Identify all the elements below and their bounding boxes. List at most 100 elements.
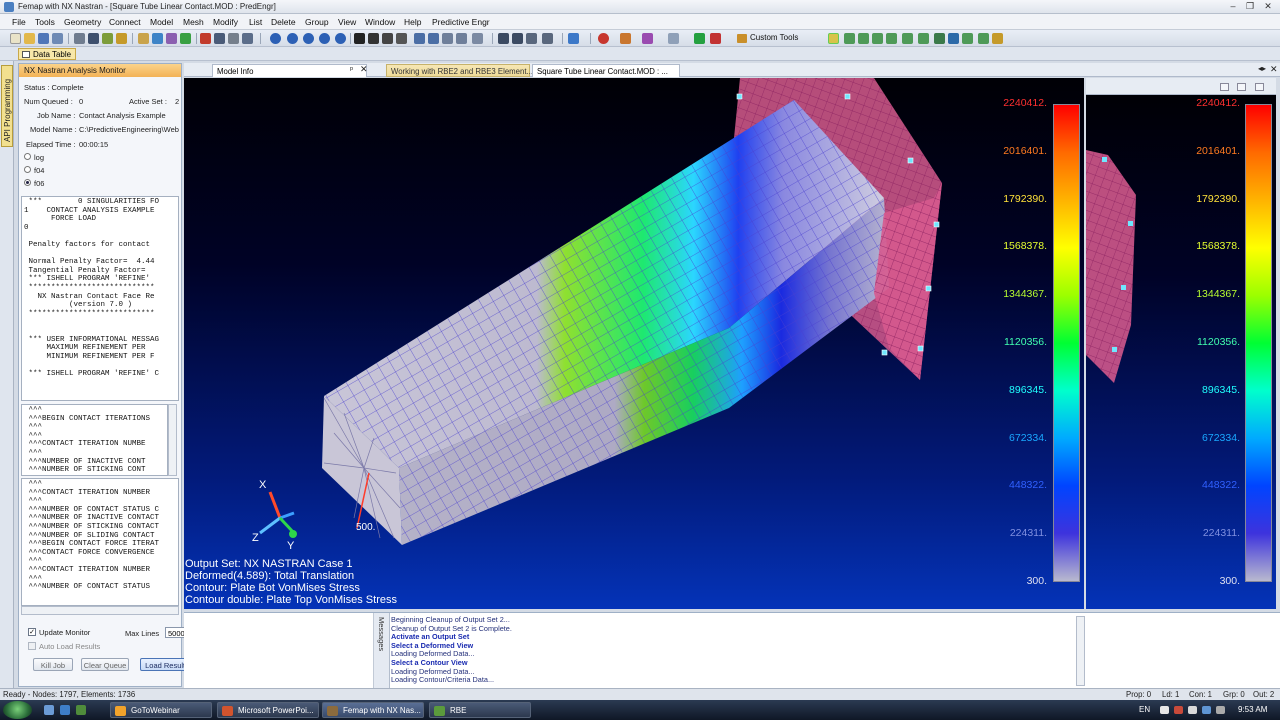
log-vertical-scrollbar[interactable] [168, 404, 177, 476]
tool-icon-a[interactable] [200, 33, 211, 44]
filter-icon[interactable] [382, 33, 393, 44]
tool-icon-d[interactable] [242, 33, 253, 44]
f06-output-log[interactable]: *** 0 SINGULARITIES FO 1 CONTACT ANALYSI… [21, 196, 179, 401]
post-toolbar-icon-8[interactable] [934, 33, 945, 44]
open-icon[interactable] [24, 33, 35, 44]
menu-window[interactable]: Window [365, 17, 395, 27]
results-icon[interactable] [166, 33, 177, 44]
view-restore-icon[interactable] [1237, 83, 1246, 91]
list-icon[interactable] [498, 33, 509, 44]
tool-icon-b[interactable] [214, 33, 225, 44]
messages-title-tab[interactable]: Messages [374, 613, 390, 689]
quicklaunch-icon[interactable] [76, 705, 86, 715]
task-gotowebinar[interactable]: GoToWebinar [110, 702, 212, 718]
autoscale-icon[interactable] [456, 33, 467, 44]
tray-icon-1[interactable] [1160, 706, 1169, 714]
snap-icon[interactable] [354, 33, 365, 44]
layers-icon[interactable] [88, 33, 99, 44]
entity-icon[interactable] [102, 33, 113, 44]
check-icon[interactable] [694, 33, 705, 44]
analysis-icon[interactable] [152, 33, 163, 44]
tab-square-tube[interactable]: Square Tube Linear Contact.MOD : ... [532, 64, 680, 77]
menu-view[interactable]: View [338, 17, 356, 27]
menu-file[interactable]: File [12, 17, 26, 27]
cancel-icon[interactable] [710, 33, 721, 44]
menu-model[interactable]: Model [150, 17, 173, 27]
menu-delete[interactable]: Delete [271, 17, 296, 27]
clear-queue-button[interactable]: Clear Queue [81, 658, 129, 671]
post-toolbar-icon-12[interactable] [992, 33, 1003, 44]
table-icon[interactable] [512, 33, 523, 44]
data-table-tab[interactable]: Data Table [18, 48, 77, 60]
network-icon[interactable] [1202, 706, 1211, 714]
task-rbe[interactable]: RBE [429, 702, 531, 718]
post-toolbar-icon-2[interactable] [844, 33, 855, 44]
post-toolbar-icon-4[interactable] [872, 33, 883, 44]
pan-up-icon[interactable] [319, 33, 330, 44]
zoom-out-icon[interactable] [428, 33, 439, 44]
post-toolbar-icon-9[interactable] [948, 33, 959, 44]
contour-icon[interactable] [598, 33, 609, 44]
model-icon[interactable] [116, 33, 127, 44]
update-monitor-checkbox[interactable]: ✓ [28, 628, 36, 636]
new-icon[interactable] [10, 33, 21, 44]
custom-tools-button[interactable]: Custom Tools [734, 32, 804, 45]
select-icon[interactable] [368, 33, 379, 44]
zoom-icon[interactable] [396, 33, 407, 44]
restore-icon[interactable]: ❐ [1243, 1, 1257, 12]
view-select-icon[interactable] [668, 33, 679, 44]
tray-icon-3[interactable] [1188, 706, 1197, 714]
second-viewport[interactable]: 2240412. 2016401. 1792390. 1568378. 1344367.… [1086, 95, 1276, 609]
grid-icon[interactable] [526, 33, 537, 44]
post-toolbar-icon-11[interactable] [978, 33, 989, 44]
menu-geometry[interactable]: Geometry [64, 17, 101, 27]
tab-model-info[interactable]: Model Info [212, 64, 367, 77]
show-desktop-icon[interactable] [44, 705, 54, 715]
close-icon[interactable]: ✕ [1261, 1, 1275, 12]
clock[interactable]: 9:53 AM [1238, 705, 1267, 714]
view-options-icon[interactable] [472, 33, 483, 44]
tab-working-with-rbe[interactable]: Working with RBE2 and RBE3 Element... [386, 64, 533, 77]
folder-icon[interactable] [138, 33, 149, 44]
model-viewport[interactable]: X Y Z 500. Output Set: NX NASTRAN Case 1… [184, 78, 1084, 609]
post-toolbar-icon-5[interactable] [886, 33, 897, 44]
menu-tools[interactable]: Tools [35, 17, 55, 27]
menu-help[interactable]: Help [404, 17, 421, 27]
post-toolbar-icon-1[interactable] [828, 33, 839, 44]
ie-icon[interactable] [60, 705, 70, 715]
pan-left-icon[interactable] [287, 33, 298, 44]
kill-job-button[interactable]: Kill Job [33, 658, 73, 671]
close-doc-icon[interactable]: ✕ [1270, 64, 1278, 75]
minimize-icon[interactable]: – [1226, 1, 1240, 11]
start-button[interactable] [3, 701, 32, 719]
menu-connect[interactable]: Connect [109, 17, 141, 27]
close-tab-icon[interactable]: ✕ [360, 64, 368, 75]
language-indicator[interactable]: EN [1139, 705, 1150, 714]
post-toolbar-icon-3[interactable] [858, 33, 869, 44]
pan-down-icon[interactable] [335, 33, 346, 44]
layout-icon[interactable] [542, 33, 553, 44]
menu-list[interactable]: List [249, 17, 262, 27]
contact-iteration-log[interactable]: ^^^ ^^^BEGIN CONTACT ITERATIONS ^^^ ^^^ … [21, 404, 168, 476]
contact-iteration-log-2[interactable]: ^^^ ^^^CONTACT ITERATION NUMBER ^^^ ^^^N… [21, 478, 179, 606]
radio-log[interactable] [24, 153, 31, 160]
menu-mesh[interactable]: Mesh [183, 17, 204, 27]
messages-scrollbar[interactable] [1076, 616, 1085, 686]
pin-icon[interactable]: ᵖ [350, 65, 353, 74]
api-programming-tab[interactable]: API Programming [1, 65, 13, 147]
save-icon[interactable] [38, 33, 49, 44]
view-close-icon[interactable] [1255, 83, 1264, 91]
zoom-in-icon[interactable] [414, 33, 425, 44]
messages-list[interactable]: Beginning Cleanup of Output Set 2... Clea… [391, 616, 1071, 688]
auto-load-results-checkbox[interactable] [28, 642, 36, 650]
pan-right-icon[interactable] [303, 33, 314, 44]
post-toolbar-icon-10[interactable] [962, 33, 973, 44]
tool-icon-c[interactable] [228, 33, 239, 44]
menu-group[interactable]: Group [305, 17, 329, 27]
rotate-icon[interactable] [270, 33, 281, 44]
menu-modify[interactable]: Modify [213, 17, 238, 27]
post-toolbar-icon-7[interactable] [918, 33, 929, 44]
volume-icon[interactable] [1216, 706, 1225, 714]
print-icon[interactable] [52, 33, 63, 44]
radio-f06[interactable] [24, 179, 31, 186]
